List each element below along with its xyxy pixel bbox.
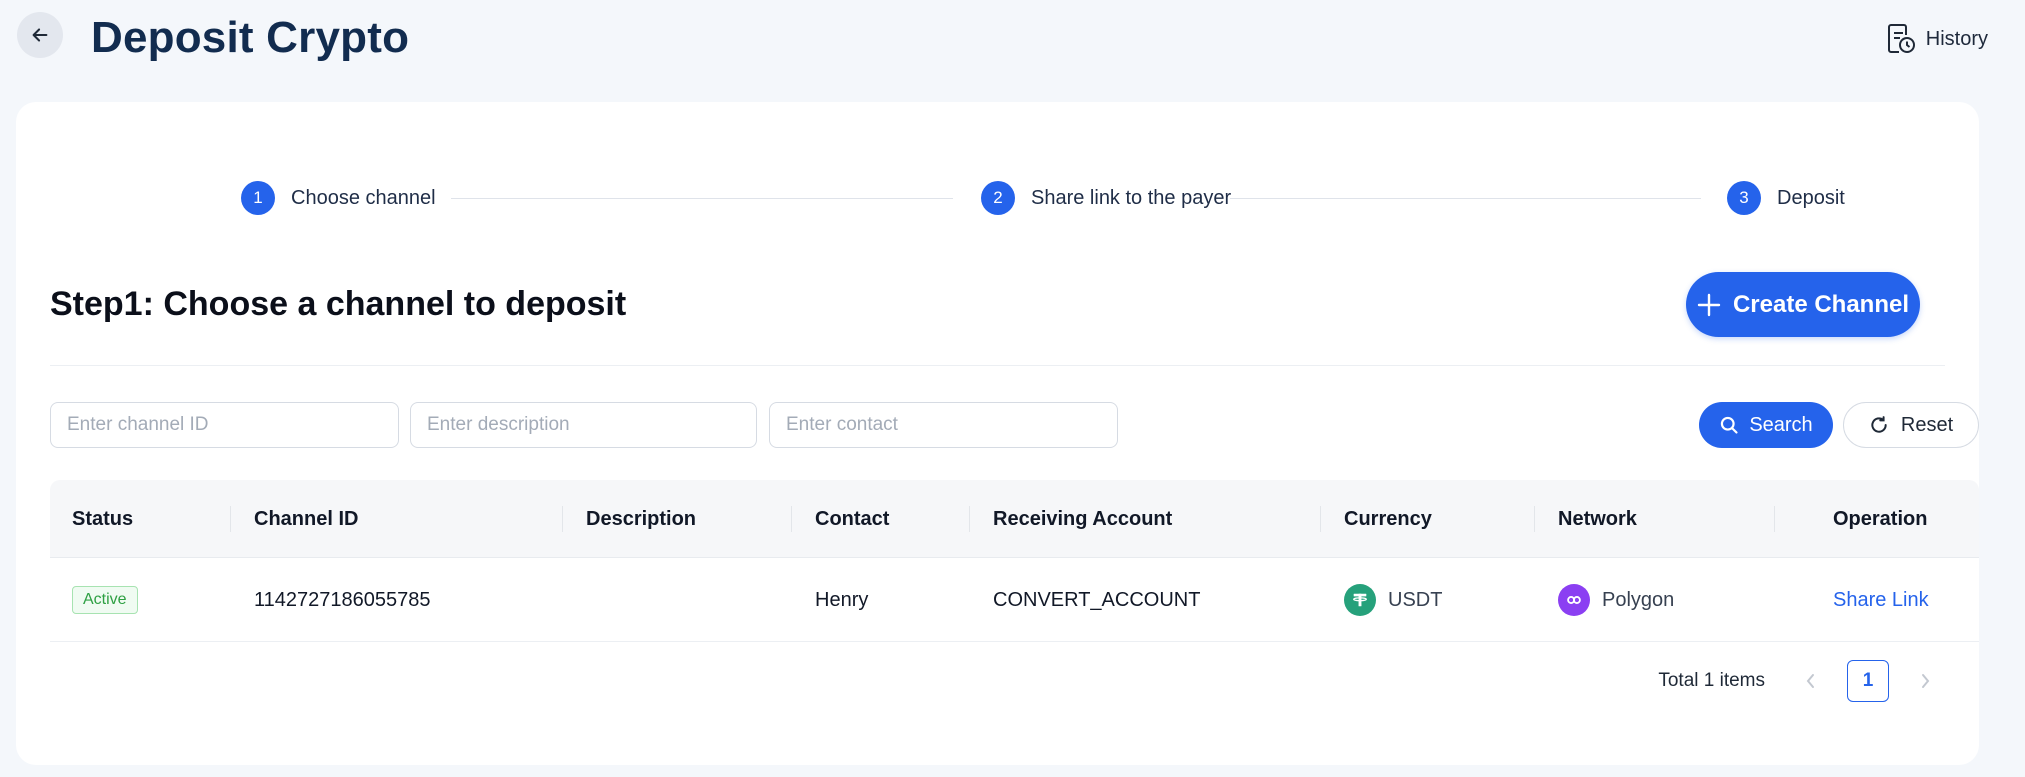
step-number: 1 — [241, 181, 275, 215]
section-title: Step1: Choose a channel to deposit — [50, 285, 627, 323]
column-separator — [969, 506, 970, 532]
column-header-status: Status — [72, 507, 134, 530]
search-button[interactable]: Search — [1699, 402, 1833, 448]
history-button[interactable]: History — [1886, 20, 1988, 58]
column-separator — [1534, 506, 1535, 532]
create-channel-label: Create Channel — [1732, 290, 1910, 318]
column-separator — [1774, 506, 1775, 532]
step-3: 3 Deposit — [1727, 180, 1845, 216]
column-header-channel-id: Channel ID — [254, 507, 359, 530]
column-separator — [562, 506, 563, 532]
share-link[interactable]: Share Link — [1833, 558, 1929, 642]
next-page-button[interactable] — [1905, 661, 1945, 701]
receiving-account-cell: CONVERT_ACCOUNT — [993, 588, 1201, 611]
currency-cell: USDT — [1344, 558, 1442, 642]
column-separator — [791, 506, 792, 532]
column-separator — [230, 506, 231, 532]
column-header-receiving-account: Receiving Account — [993, 507, 1173, 530]
contact-input[interactable] — [769, 402, 1118, 448]
chevron-left-icon — [1806, 674, 1814, 688]
description-input[interactable] — [410, 402, 757, 448]
plus-icon — [1697, 293, 1721, 316]
arrow-left-icon — [32, 28, 48, 42]
channel-id-input[interactable] — [50, 402, 399, 448]
main-card: 1 Choose channel 2 Share link to the pay… — [16, 102, 1979, 765]
pagination: Total 1 items 1 — [1658, 659, 1945, 703]
channel-id-cell: 1142727186055785 — [254, 588, 431, 611]
network-label: Polygon — [1602, 588, 1675, 611]
total-items-label: Total 1 items — [1658, 670, 1765, 691]
status-cell: Active — [72, 558, 138, 642]
channels-table: Status Channel ID Description Contact Re… — [50, 480, 1979, 642]
table-header: Status Channel ID Description Contact Re… — [50, 480, 1979, 558]
history-document-icon — [1887, 24, 1915, 53]
column-header-description: Description — [586, 507, 697, 530]
create-channel-button[interactable]: Create Channel — [1686, 272, 1920, 337]
status-badge: Active — [72, 586, 138, 614]
step-label: Deposit — [1777, 186, 1845, 209]
column-header-operation: Operation — [1833, 507, 1928, 530]
stepper: 1 Choose channel 2 Share link to the pay… — [225, 180, 1845, 216]
step-label: Share link to the payer — [1031, 186, 1232, 209]
column-header-network: Network — [1558, 507, 1637, 530]
usdt-icon — [1344, 584, 1376, 616]
step-connector — [451, 198, 953, 199]
divider — [50, 365, 1945, 366]
step-label: Choose channel — [291, 186, 436, 209]
page-title: Deposit Crypto — [91, 13, 410, 62]
step-connector — [1230, 198, 1701, 199]
column-separator — [1320, 506, 1321, 532]
step-number: 3 — [1727, 181, 1761, 215]
chevron-right-icon — [1922, 674, 1930, 688]
step-number: 2 — [981, 181, 1015, 215]
column-header-currency: Currency — [1344, 507, 1432, 530]
step-1: 1 Choose channel — [241, 180, 436, 216]
prev-page-button[interactable] — [1791, 661, 1831, 701]
step-2: 2 Share link to the payer — [981, 180, 1231, 216]
reset-label: Reset — [1900, 413, 1954, 436]
back-button[interactable] — [17, 12, 63, 58]
currency-label: USDT — [1388, 588, 1443, 611]
polygon-icon — [1558, 584, 1590, 616]
table-row: Active 1142727186055785 Henry CONVERT_AC… — [50, 558, 1979, 642]
reset-button[interactable]: Reset — [1843, 402, 1979, 448]
search-icon — [1721, 416, 1738, 434]
page-number-button[interactable]: 1 — [1847, 660, 1889, 702]
reload-icon — [1871, 416, 1887, 433]
contact-cell: Henry — [815, 588, 869, 611]
column-header-contact: Contact — [815, 507, 890, 530]
history-label: History — [1925, 27, 1988, 50]
network-cell: Polygon — [1558, 558, 1674, 642]
search-label: Search — [1749, 413, 1813, 436]
